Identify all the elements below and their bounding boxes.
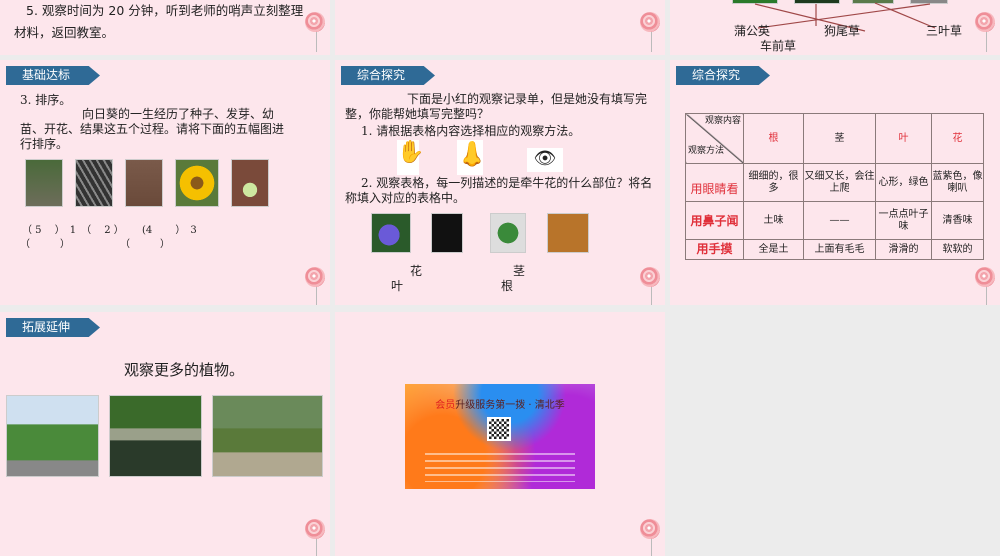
hand-icon: ✋ <box>397 140 424 175</box>
plant-label: 三叶草 <box>926 24 963 38</box>
row-method: 用眼睛看 <box>685 163 744 202</box>
table-cell: 心形，绿色 <box>875 163 932 202</box>
column-header: 花 <box>931 113 984 164</box>
table-row: 用鼻子闻 土味 —— 一点点叶子味 清香味 <box>685 201 984 240</box>
answer-label: 茎 <box>513 264 526 278</box>
row-method: 用手摸 <box>685 239 744 260</box>
slide-7[interactable]: 拓展延伸 观察更多的植物。 <box>0 312 330 556</box>
ad-title: 会员 <box>435 400 456 411</box>
seeds-image <box>75 159 113 207</box>
table-row: 用手摸 全是土 上面有毛毛 滑滑的 软软的 <box>685 239 984 260</box>
lollipop-icon <box>305 12 327 52</box>
ad-title: 升级服务第一拨 · 清北季 <box>455 400 565 411</box>
slide-4[interactable]: 基础达标 3. 排序。 向日葵的一生经历了种子、发芽、幼苗、开花、结果这五个过程… <box>0 60 330 305</box>
column-header: 叶 <box>875 113 932 164</box>
table-cell: 上面有毛毛 <box>803 239 876 260</box>
column-header: 茎 <box>803 113 876 164</box>
lollipop-icon <box>975 12 997 52</box>
slide-6[interactable]: 综合探究 观察内容 观察方法 根 茎 叶 花 用眼睛看 细细的，很多 又细又长，… <box>670 60 1000 305</box>
sprout-image <box>125 159 163 207</box>
section-tag: 综合探究 <box>341 66 435 85</box>
leaf-image <box>490 213 526 253</box>
slide-5[interactable]: 综合探究 下面是小红的观察记录单，但是她没有填写完整，你能帮她填写完整吗？ 1.… <box>335 60 665 305</box>
ad-fine-print <box>425 448 575 482</box>
table-row: 用眼睛看 细细的，很多 又细又长，会往上爬 心形，绿色 蓝紫色，像喇叭 <box>685 163 984 202</box>
lollipop-icon <box>640 267 662 305</box>
flower-image <box>175 159 219 207</box>
slide-8[interactable]: 会员升级服务第一拨 · 清北季 <box>335 312 665 556</box>
stem-image <box>431 213 463 253</box>
plant-label: 狗尾草 <box>824 24 861 38</box>
pig-image <box>212 395 323 477</box>
question-2: 2. 观察表格，每一列描述的是牵牛花的什么部位？将名称填入对应的表格中。 <box>345 176 653 205</box>
table-cell: 一点点叶子味 <box>875 201 932 240</box>
row-method: 用鼻子闻 <box>685 201 744 240</box>
promo-banner[interactable]: 会员升级服务第一拨 · 清北季 <box>405 384 595 489</box>
eye-icon: 👁 <box>527 148 563 172</box>
root-image <box>547 213 589 253</box>
table-cell: 蓝紫色，像喇叭 <box>931 163 984 202</box>
slide-text: 观察更多的植物。 <box>124 361 245 379</box>
slide-3-partial[interactable]: 蒲公英 狗尾草 三叶草 车前草 <box>670 0 1000 55</box>
sunflower-fruit-image <box>25 159 63 207</box>
observation-table: 观察内容 观察方法 根 茎 叶 花 用眼睛看 细细的，很多 又细又长，会往上爬 … <box>685 113 984 260</box>
table-cell: 又细又长，会往上爬 <box>803 163 876 202</box>
plant-label: 车前草 <box>760 39 797 53</box>
table-cell: 全是土 <box>743 239 804 260</box>
answer-label: 叶 <box>391 279 404 293</box>
lollipop-icon <box>305 267 327 305</box>
table-cell: 清香味 <box>931 201 984 240</box>
answer-label: 根 <box>501 279 514 293</box>
table-cell: —— <box>803 201 876 240</box>
nose-icon: 👃 <box>457 140 487 175</box>
flower-image <box>371 213 411 253</box>
park-image <box>6 395 99 477</box>
lollipop-icon <box>305 519 327 556</box>
lollipop-icon <box>640 12 662 52</box>
section-tag: 基础达标 <box>6 66 100 85</box>
slide-1[interactable]: 5. 观察时间为 20 分钟，听到老师的哨声立刻整理材料，返回教室。 <box>0 0 330 55</box>
section-tag: 综合探究 <box>676 66 770 85</box>
lollipop-icon <box>640 519 662 556</box>
corner-bottom: 观察方法 <box>688 146 725 156</box>
intro-text: 下面是小红的观察记录单，但是她没有填写完整，你能帮她填写完整吗？ <box>345 92 648 121</box>
corner-top: 观察内容 <box>704 116 741 126</box>
question-1: 1. 请根据表格内容选择相应的观察方法。 <box>361 124 581 138</box>
answers: （ ） （ ） <box>20 239 170 250</box>
answer-label: 花 <box>410 264 423 278</box>
seedling-image <box>231 159 269 207</box>
section-tag: 拓展延伸 <box>6 318 100 337</box>
table-cell: 软软的 <box>931 239 984 260</box>
table-cell: 细细的，很多 <box>743 163 804 202</box>
lollipop-icon <box>975 267 997 305</box>
slide-2[interactable] <box>335 0 665 55</box>
table-cell: 滑滑的 <box>875 239 932 260</box>
body-text: 向日葵的一生经历了种子、发芽、幼苗、开花、结果这五个过程。请将下面的五幅图进行排… <box>20 107 285 151</box>
column-header: 根 <box>743 113 804 164</box>
bridge-image <box>109 395 202 477</box>
slide-text: 5. 观察时间为 20 分钟，听到老师的哨声立刻整理材料，返回教室。 <box>14 3 304 40</box>
qr-code-icon <box>487 417 511 441</box>
table-cell: 土味 <box>743 201 804 240</box>
